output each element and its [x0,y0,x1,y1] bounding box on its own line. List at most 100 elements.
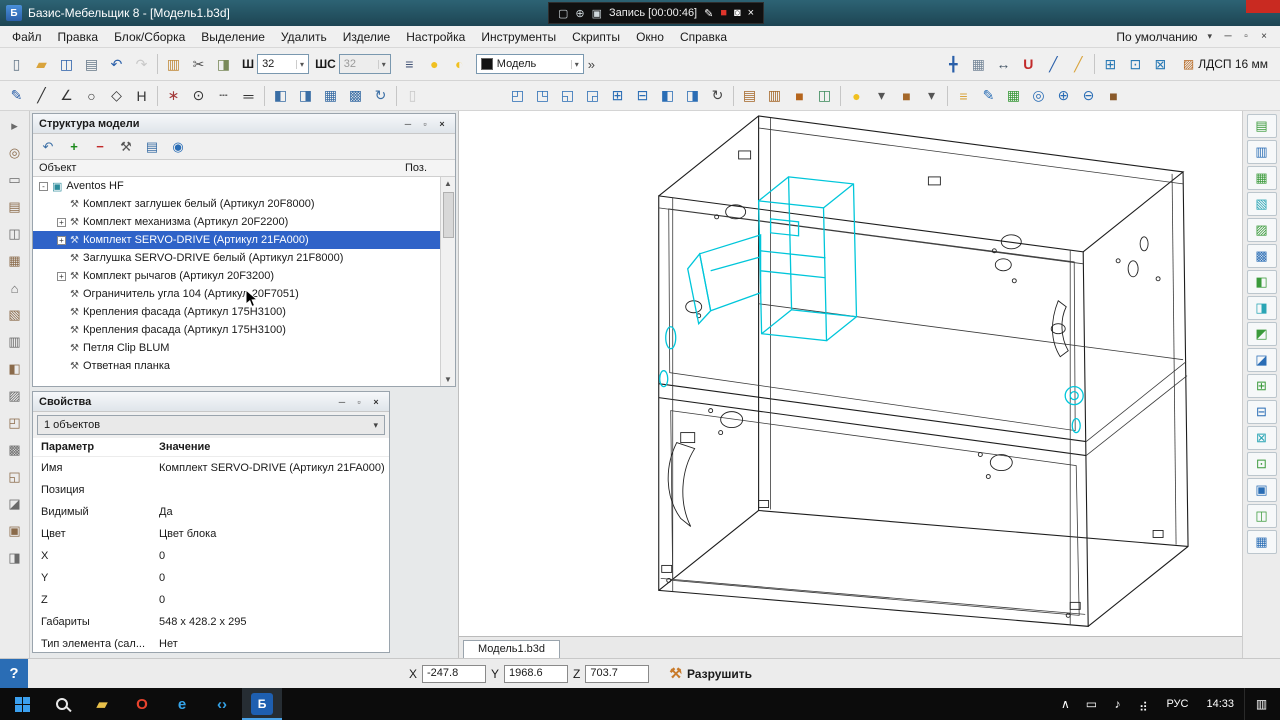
tray-expand-icon[interactable]: ∧ [1052,688,1078,720]
taskbar-search-button[interactable] [42,688,82,720]
left-tool-2-icon[interactable]: ◎ [2,140,28,166]
language-indicator[interactable]: РУС [1158,698,1196,710]
left-tool-16-icon[interactable]: ▣ [2,518,28,544]
offset-icon[interactable]: ═ [236,84,261,108]
left-tool-12-icon[interactable]: ◰ [2,410,28,436]
right-tool-17-icon[interactable]: ▦ [1246,530,1277,554]
new-file-icon[interactable]: ▯ [4,52,29,76]
collapse-icon[interactable]: - [39,181,48,191]
sheet-icon[interactable]: ▯ [400,84,425,108]
edit-pencil-icon[interactable]: ✎ [976,84,1001,108]
left-tool-6-icon[interactable]: ▦ [2,248,28,274]
view-front-icon[interactable]: ◰ [505,84,530,108]
angle-tool-icon[interactable]: ∠ [54,84,79,108]
recorder-zoom-icon[interactable]: ⊕ [575,7,584,20]
mirror-v-icon[interactable]: ◨ [293,84,318,108]
polygon-tool-icon[interactable]: ◇ [104,84,129,108]
property-row[interactable]: Тип элемента (сал... Нет [33,633,389,652]
cut-icon[interactable]: ✂ [186,52,211,76]
tree-add-icon[interactable]: + [63,136,85,157]
doc-restore-icon[interactable]: ▫ [1238,31,1254,42]
redo-icon[interactable]: ↷ [129,52,154,76]
layers-icon[interactable]: ≡ [397,52,422,76]
notification-center-icon[interactable]: ▥ [1244,688,1278,720]
menu-item-9[interactable]: Скрипты [564,28,628,46]
tree-report-icon[interactable]: ▤ [141,136,163,157]
magnet-icon[interactable]: U [1016,52,1041,76]
fit-view-icon[interactable]: ⊞ [1098,52,1123,76]
menu-item-2[interactable]: Правка [50,28,107,46]
vscode-icon[interactable]: ‹› [202,688,242,720]
right-tool-4-icon[interactable]: ▧ [1246,192,1277,216]
save-icon[interactable]: ◫ [54,52,79,76]
panel-minimize-icon[interactable]: ─ [401,119,415,129]
view-iso-icon[interactable]: ◧ [655,84,680,108]
right-tool-15-icon[interactable]: ▣ [1246,478,1277,502]
z-coordinate-input[interactable]: 703.7 [585,664,650,683]
right-tool-14-icon[interactable]: ⊡ [1246,452,1277,476]
tree-row[interactable]: ⚒ Ограничитель угла 104 (Артикул 20F7051) [33,285,440,303]
property-row[interactable]: Имя Комплект SERVO-DRIVE (Артикул 21FA000… [33,457,389,479]
left-tool-9-icon[interactable]: ▥ [2,329,28,355]
menu-item-10[interactable]: Окно [628,28,672,46]
print-icon[interactable]: ▤ [79,52,104,76]
tree-row[interactable]: ⚒ Комплект заглушек белый (Артикул 20F800… [33,195,440,213]
blocks-icon[interactable]: ▥ [161,52,186,76]
spline-tool-icon[interactable]: ✎ [4,84,29,108]
zoom-out-icon[interactable]: ⊖ [1076,84,1101,108]
left-tool-1-icon[interactable]: ▸ [2,113,28,139]
property-value[interactable]: Нет [159,638,389,650]
lamp-on-icon[interactable]: ● [422,52,447,76]
scrollbar-thumb[interactable] [442,192,454,238]
view-left-icon[interactable]: ◱ [555,84,580,108]
array-polar-icon[interactable]: ▩ [343,84,368,108]
opera-browser-icon[interactable]: O [122,688,162,720]
property-row[interactable]: Позиция [33,479,389,501]
start-button[interactable] [2,688,42,720]
expand-icon[interactable]: + [57,217,66,227]
structure-tree-icon[interactable]: ≡ [951,84,976,108]
profile-selector[interactable]: По умолчанию ▾ [1116,30,1212,44]
menu-item-1[interactable]: Файл [4,28,50,46]
find-doc-icon[interactable]: ◎ [1026,84,1051,108]
right-tool-9-icon[interactable]: ◩ [1246,322,1277,346]
panel-float-icon[interactable]: ▫ [352,397,366,407]
right-tool-7-icon[interactable]: ◧ [1246,270,1277,294]
right-tool-10-icon[interactable]: ◪ [1246,348,1277,372]
grid-green-icon[interactable]: ▦ [1001,84,1026,108]
property-value[interactable]: Да [159,506,389,518]
panel-close-icon[interactable]: × [435,119,449,129]
doc-minimize-icon[interactable]: ─ [1220,31,1236,42]
recorder-camera-icon[interactable]: ◙ [734,7,741,20]
view-back-icon[interactable]: ◳ [530,84,555,108]
panel-edit-icon[interactable]: ◨ [211,52,236,76]
texture-wood-icon[interactable]: ▤ [737,84,762,108]
tree-row[interactable]: ⚒ Петля Clip BLUM [33,339,440,357]
doc-close-icon[interactable]: × [1256,31,1272,42]
tree-row[interactable]: ⚒ Крепления фасада (Артикул 175H3100) [33,321,440,339]
tree-row[interactable]: + ⚒ Комплект механизма (Артикул 20F2200) [33,213,440,231]
tree-scrollbar[interactable]: ▲ ▼ [440,177,455,386]
solid-view-icon[interactable]: ■ [787,84,812,108]
panel-view-icon[interactable]: ◫ [812,84,837,108]
snap-grid-icon[interactable]: ∗ [161,84,186,108]
light-icon[interactable]: ● [844,84,869,108]
property-row[interactable]: Z0 [33,589,389,611]
expand-icon[interactable]: + [57,235,66,245]
tree-remove-icon[interactable]: − [89,136,111,157]
panel-minimize-icon[interactable]: ─ [335,397,349,407]
scroll-up-icon[interactable]: ▲ [444,177,452,190]
left-tool-13-icon[interactable]: ▩ [2,437,28,463]
menu-item-4[interactable]: Выделение [193,28,273,46]
tree-row[interactable]: + ⚒ Комплект рычагов (Артикул 20F3200) [33,267,440,285]
toolbar-overflow-icon[interactable]: » [588,57,595,72]
rotate-icon[interactable]: ↻ [368,84,393,108]
left-tool-11-icon[interactable]: ▨ [2,383,28,409]
property-row[interactable]: Габариты 548 x 428.2 x 295 [33,611,389,633]
model-canvas[interactable] [459,111,1242,636]
block-dropdown-icon[interactable]: ▾ [919,84,944,108]
right-tool-6-icon[interactable]: ▩ [1246,244,1277,268]
menu-item-3[interactable]: Блок/Сборка [106,28,193,46]
menu-item-7[interactable]: Настройка [398,28,473,46]
bazis-app-icon[interactable]: Б [242,688,282,720]
